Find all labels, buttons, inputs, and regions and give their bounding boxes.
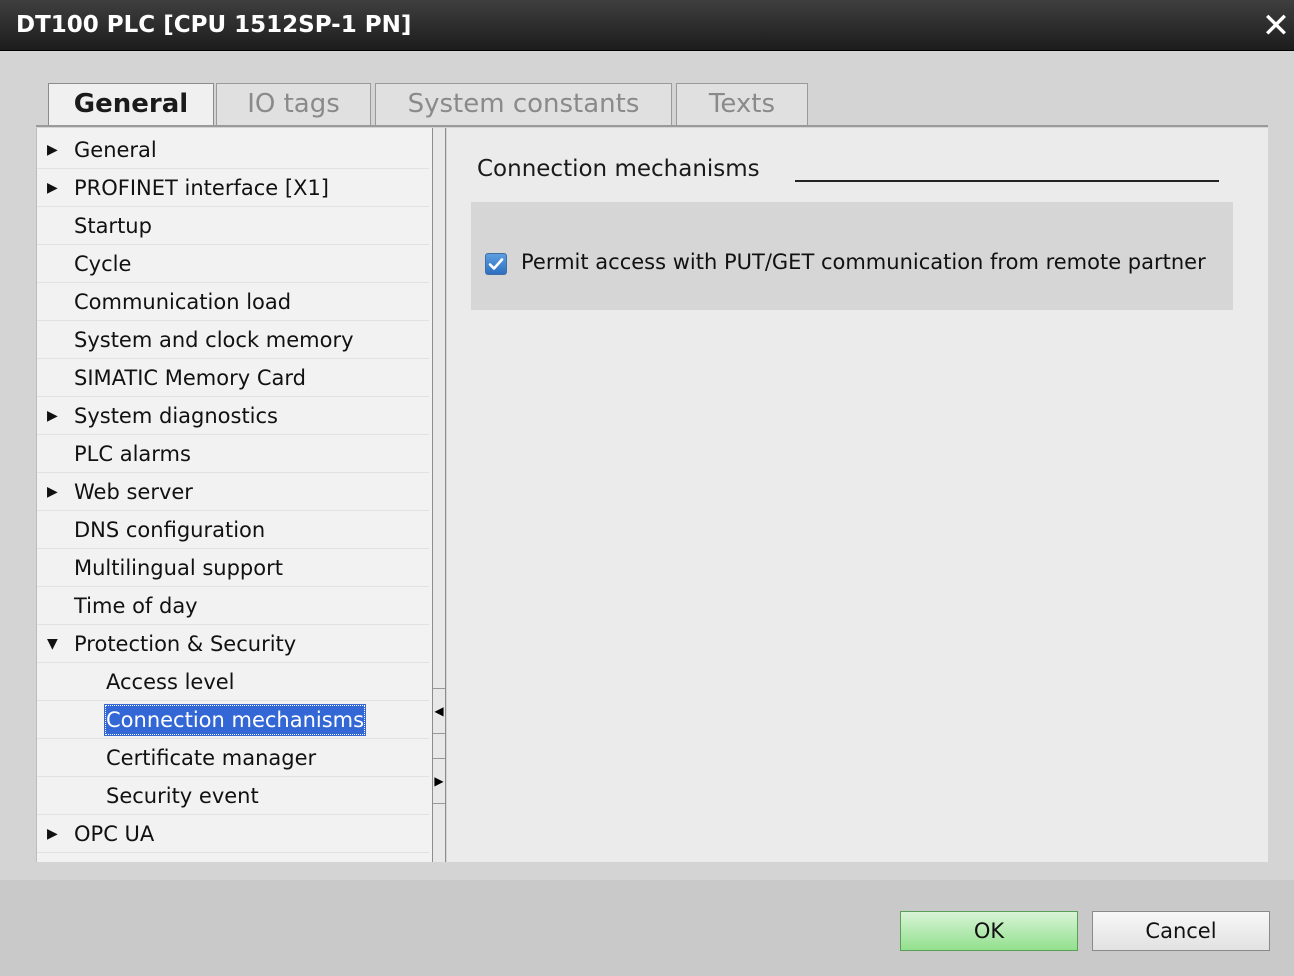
nav-item-certificate-manager[interactable]: Certificate manager: [37, 739, 429, 777]
cancel-button[interactable]: Cancel: [1092, 911, 1270, 951]
nav-item-system-diagnostics[interactable]: ▶ System diagnostics: [37, 397, 429, 435]
nav-item-label: System diagnostics: [74, 404, 279, 428]
nav-item-label: System and clock memory: [74, 328, 354, 352]
nav-item-label: Access level: [106, 670, 235, 694]
nav-item-label: DNS configuration: [74, 518, 266, 542]
nav-item-plc-alarms[interactable]: PLC alarms: [37, 435, 429, 473]
checkmark-icon: [488, 258, 504, 270]
nav-item-startup[interactable]: Startup: [37, 207, 429, 245]
section-divider: [795, 180, 1219, 182]
nav-item-label: Time of day: [74, 594, 198, 618]
title-bar: DT100 PLC [CPU 1512SP-1 PN] ✕: [0, 0, 1294, 51]
nav-item-web-server[interactable]: ▶ Web server: [37, 473, 429, 511]
nav-item-label: Certificate manager: [106, 746, 317, 770]
putget-checkbox[interactable]: [485, 253, 507, 275]
tab-general[interactable]: General: [48, 83, 214, 127]
tab-divider: [36, 125, 1268, 127]
nav-item-label: Cycle: [74, 252, 132, 276]
nav-item-label: OPC UA: [74, 822, 155, 846]
ok-button[interactable]: OK: [900, 911, 1078, 951]
nav-item-label: PROFINET interface [X1]: [74, 176, 330, 200]
option-group: Permit access with PUT/GET communication…: [471, 202, 1233, 310]
nav-item-label: SIMATIC Memory Card: [74, 366, 306, 390]
nav-item-time-of-day[interactable]: Time of day: [37, 587, 429, 625]
nav-item-profinet-interface[interactable]: ▶ PROFINET interface [X1]: [37, 169, 429, 207]
expand-arrow-icon[interactable]: ▶: [47, 397, 61, 435]
nav-item-opc-ua[interactable]: ▶ OPC UA: [37, 815, 429, 853]
nav-item-label: PLC alarms: [74, 442, 191, 466]
nav-item-label: Startup: [74, 214, 152, 238]
nav-item-protection-security[interactable]: ▼ Protection & Security: [37, 625, 429, 663]
nav-item-communication-load[interactable]: Communication load: [37, 283, 429, 321]
collapse-left-icon[interactable]: ◀: [433, 688, 445, 734]
nav-item-system-clock-memory[interactable]: System and clock memory: [37, 321, 429, 359]
tab-texts[interactable]: Texts: [676, 83, 808, 125]
navigation-tree: ▶ General ▶ PROFINET interface [X1] Star…: [36, 128, 433, 862]
nav-item-connection-mechanisms[interactable]: Connection mechanisms: [37, 701, 429, 739]
nav-item-label: Communication load: [74, 290, 292, 314]
tab-io-tags[interactable]: IO tags: [216, 83, 371, 125]
panel-splitter[interactable]: ◀ ▶: [432, 128, 446, 862]
collapse-arrow-icon[interactable]: ▼: [47, 625, 61, 663]
nav-item-label: General: [74, 138, 157, 162]
tab-system-constants[interactable]: System constants: [375, 83, 672, 125]
expand-arrow-icon[interactable]: ▶: [47, 815, 61, 853]
expand-arrow-icon[interactable]: ▶: [47, 169, 61, 207]
nav-item-label: Multilingual support: [74, 556, 283, 580]
nav-item-general[interactable]: ▶ General: [37, 131, 429, 169]
properties-content: Connection mechanisms Permit access with…: [447, 128, 1268, 862]
putget-checkbox-label[interactable]: Permit access with PUT/GET communication…: [521, 250, 1206, 274]
properties-dialog: DT100 PLC [CPU 1512SP-1 PN] ✕ General IO…: [0, 0, 1294, 976]
window-title: DT100 PLC [CPU 1512SP-1 PN]: [16, 12, 412, 38]
nav-item-label: Protection & Security: [74, 632, 297, 656]
expand-arrow-icon[interactable]: ▶: [47, 131, 61, 169]
nav-item-label: Security event: [106, 784, 259, 808]
nav-item-multilingual-support[interactable]: Multilingual support: [37, 549, 429, 587]
nav-item-label: Connection mechanisms: [104, 704, 367, 736]
nav-item-label: Web server: [74, 480, 193, 504]
close-icon[interactable]: ✕: [1258, 6, 1294, 46]
expand-arrow-icon[interactable]: ▶: [47, 473, 61, 511]
dialog-footer: OK Cancel: [0, 880, 1294, 976]
nav-item-security-event[interactable]: Security event: [37, 777, 429, 815]
nav-item-cycle[interactable]: Cycle: [37, 245, 429, 283]
nav-item-memory-card[interactable]: SIMATIC Memory Card: [37, 359, 429, 397]
section-title: Connection mechanisms: [477, 156, 760, 182]
nav-item-dns-configuration[interactable]: DNS configuration: [37, 511, 429, 549]
nav-item-access-level[interactable]: Access level: [37, 663, 429, 701]
expand-right-icon[interactable]: ▶: [433, 758, 445, 804]
